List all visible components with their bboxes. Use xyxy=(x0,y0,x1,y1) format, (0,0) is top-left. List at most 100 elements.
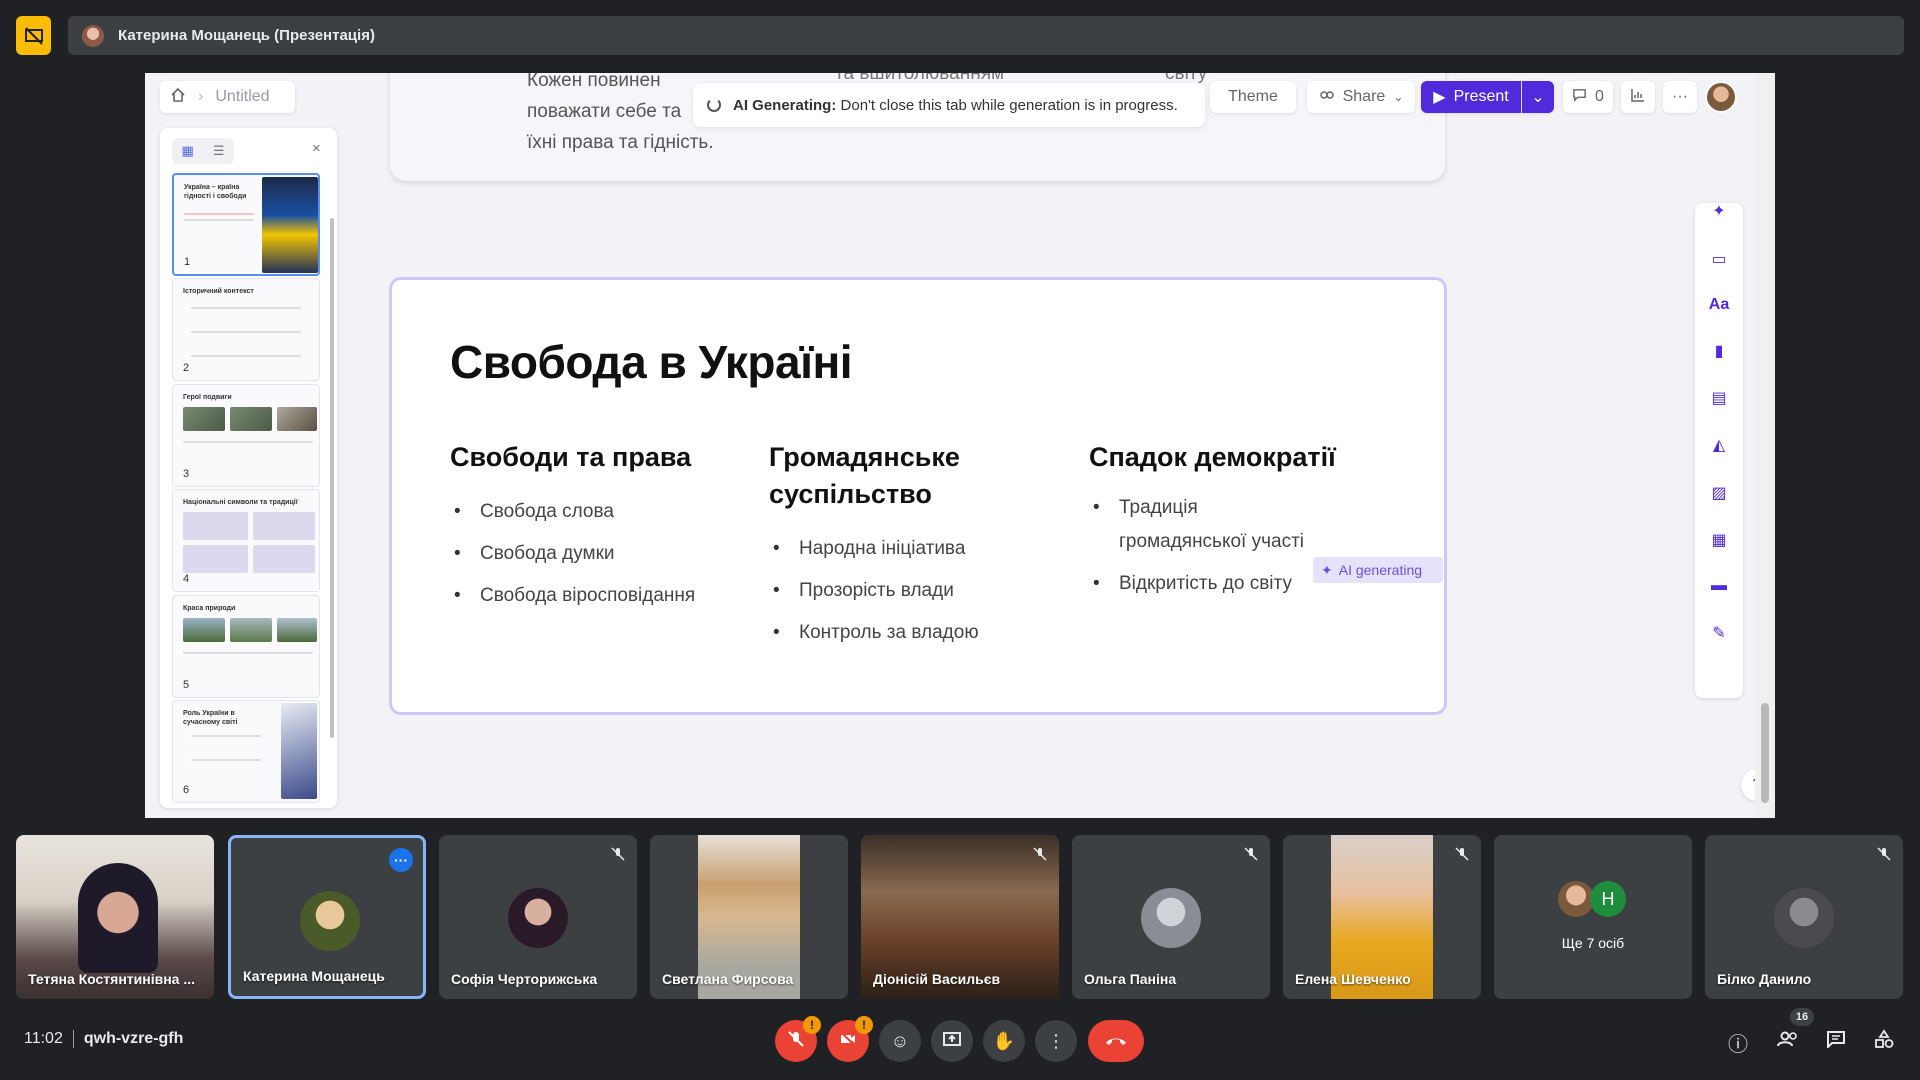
bullet-item[interactable]: Народна ініціатива xyxy=(769,528,979,570)
clock: 11:02 xyxy=(24,1030,63,1047)
column-heading[interactable]: Свободи та права xyxy=(450,439,710,476)
text-style-icon[interactable]: Aa xyxy=(1707,293,1731,317)
ai-sparkle-icon: ✦ xyxy=(1321,561,1333,578)
close-icon[interactable]: × xyxy=(312,140,321,157)
participant-tile[interactable]: Софія Черторижська xyxy=(439,835,637,999)
raise-hand-button[interactable]: ✋ xyxy=(983,1020,1025,1062)
present-button[interactable]: ▶ Present xyxy=(1421,81,1521,113)
cam-off-icon xyxy=(839,1030,857,1053)
camera-off-button[interactable]: ! xyxy=(827,1016,873,1062)
thumbnail-image xyxy=(277,407,317,431)
bullet-item[interactable]: Свобода слова xyxy=(450,491,695,533)
share-label: Share xyxy=(1342,88,1386,105)
column-heading[interactable]: Громадянське суспільство xyxy=(769,439,1029,513)
thumbnail-image xyxy=(262,177,318,273)
bullet-item[interactable]: Свобода віросповідання xyxy=(450,575,695,617)
thumbnail-box xyxy=(253,512,315,540)
thumbnail-image xyxy=(281,703,317,799)
present-dropdown[interactable]: ⌄ xyxy=(1522,81,1554,113)
panel-scrollbar[interactable] xyxy=(330,218,334,738)
thumbnail-image xyxy=(183,407,225,431)
ai-chip-label: AI generating xyxy=(1338,562,1423,578)
document-title[interactable]: Untitled xyxy=(215,88,269,106)
form-icon[interactable]: ✎ xyxy=(1707,621,1731,645)
user-avatar[interactable] xyxy=(1705,81,1737,113)
theme-button[interactable]: Theme xyxy=(1210,81,1296,113)
people-button[interactable] xyxy=(1772,1026,1804,1058)
page-scroll-thumb[interactable] xyxy=(1761,703,1769,803)
thumbnail-line xyxy=(183,652,313,654)
avatar xyxy=(300,891,360,951)
slide-thumbnail[interactable]: Україна – країна гідності і свободи 1 xyxy=(172,173,320,276)
participant-tile[interactable]: ··· Катерина Мощанець xyxy=(228,835,426,999)
participant-tile[interactable]: Елена Шевченко xyxy=(1283,835,1481,999)
emoji-button[interactable]: ☺ xyxy=(879,1020,921,1062)
participant-name: Діонісій Васильєв xyxy=(873,971,1001,987)
activities-button[interactable] xyxy=(1868,1026,1900,1058)
bullet-list[interactable]: Свобода слова Свобода думки Свобода віро… xyxy=(450,491,695,617)
shapes-icon[interactable]: ◭ xyxy=(1707,433,1731,457)
list-view-icon[interactable]: ☰ xyxy=(213,143,225,159)
meeting-info: 11:02 qwh-vzre-gfh xyxy=(24,1030,183,1048)
slide-thumbnail-panel: ▦ ☰ × Україна – країна гідності і свобод… xyxy=(160,128,337,808)
more-button[interactable]: ··· xyxy=(1663,81,1697,113)
layout-icon[interactable]: ▤ xyxy=(1707,386,1731,410)
column-heading[interactable]: Спадок демократії xyxy=(1089,439,1389,476)
slide-thumbnail[interactable]: Історичний контекст 2 xyxy=(172,278,320,381)
thumbnail-title: Герої подвиги xyxy=(183,394,232,401)
slide-thumbnail[interactable]: Національні символи та традиції 4 xyxy=(172,489,320,592)
present-screen-button[interactable] xyxy=(931,1020,973,1062)
more-icon[interactable]: ··· xyxy=(389,848,413,872)
participant-tile[interactable]: Светлана Фирсова xyxy=(650,835,848,999)
breadcrumb[interactable]: › Untitled xyxy=(160,81,295,113)
image-icon[interactable]: ▨ xyxy=(1707,481,1731,505)
thumbnail-title: Україна – країна гідності і свободи xyxy=(184,184,247,200)
chat-button[interactable] xyxy=(1820,1026,1852,1058)
bullet-item[interactable]: Прозорість влади xyxy=(769,570,979,612)
analytics-button[interactable] xyxy=(1621,81,1655,113)
meeting-details-button[interactable]: ⓘ xyxy=(1722,1026,1754,1058)
bullet-item[interactable]: Традиція громадянської участі xyxy=(1089,491,1329,559)
callout-icon[interactable]: ▮ xyxy=(1707,339,1731,363)
participant-name: Катерина Мощанець xyxy=(243,968,385,984)
toast-message: Don't close this tab while generation is… xyxy=(840,96,1178,114)
participant-tile[interactable]: Тетяна Костянтинівна ... xyxy=(16,835,214,999)
participant-tile[interactable]: Ольга Паніна xyxy=(1072,835,1270,999)
comments-button[interactable]: 0 xyxy=(1563,81,1613,113)
mic-off-icon xyxy=(1033,847,1047,864)
embed-icon[interactable]: ▬ xyxy=(1707,574,1731,598)
thumbnail-image xyxy=(183,618,225,642)
present-off-icon[interactable] xyxy=(16,16,51,55)
bullet-item[interactable]: Свобода думки xyxy=(450,533,695,575)
bullet-item[interactable]: Відкритість до світу xyxy=(1089,567,1329,601)
add-card-icon[interactable]: ▭ xyxy=(1707,247,1731,271)
bullet-item[interactable]: Контроль за владою xyxy=(769,612,979,654)
ai-sparkle-icon[interactable]: ✦ xyxy=(1707,199,1731,223)
present-label: Present xyxy=(1453,88,1509,105)
home-icon[interactable] xyxy=(170,87,186,108)
thumbnail-line xyxy=(184,213,254,215)
participant-name: Ольга Паніна xyxy=(1084,971,1177,987)
slide-thumbnail[interactable]: Герої подвиги 3 xyxy=(172,384,320,487)
thumbnail-line xyxy=(184,219,254,221)
bullet-list[interactable]: Традиція громадянської участі Відкритіст… xyxy=(1089,491,1329,609)
video-icon[interactable]: ▦ xyxy=(1707,528,1731,552)
thumbnail-number: 2 xyxy=(183,362,190,374)
more-participants-tile[interactable]: Н Ще 7 осіб xyxy=(1494,835,1692,999)
present-screen-icon xyxy=(942,1030,962,1053)
thumbnail-view-tabs[interactable]: ▦ ☰ xyxy=(172,138,234,164)
mic-off-button[interactable]: ! xyxy=(775,1016,821,1062)
participant-tile[interactable]: Діонісій Васильєв xyxy=(861,835,1059,999)
grid-view-icon[interactable]: ▦ xyxy=(182,143,194,159)
participant-name: Светлана Фирсова xyxy=(662,971,794,987)
thumbnail-box xyxy=(253,545,315,573)
slide-title[interactable]: Свобода в Україні xyxy=(450,335,853,389)
slide-thumbnail[interactable]: Краса природи 5 xyxy=(172,595,320,698)
leave-call-button[interactable] xyxy=(1088,1020,1144,1062)
share-button[interactable]: Share ⌄ xyxy=(1307,81,1415,113)
play-icon: ▶ xyxy=(1433,89,1446,106)
bullet-list[interactable]: Народна ініціатива Прозорість влади Конт… xyxy=(769,528,979,654)
participant-tile[interactable]: Білко Данило xyxy=(1705,835,1903,999)
more-options-button[interactable]: ⋮ xyxy=(1035,1020,1077,1062)
slide-thumbnail[interactable]: Роль України в сучасному світі 6 xyxy=(172,700,320,803)
